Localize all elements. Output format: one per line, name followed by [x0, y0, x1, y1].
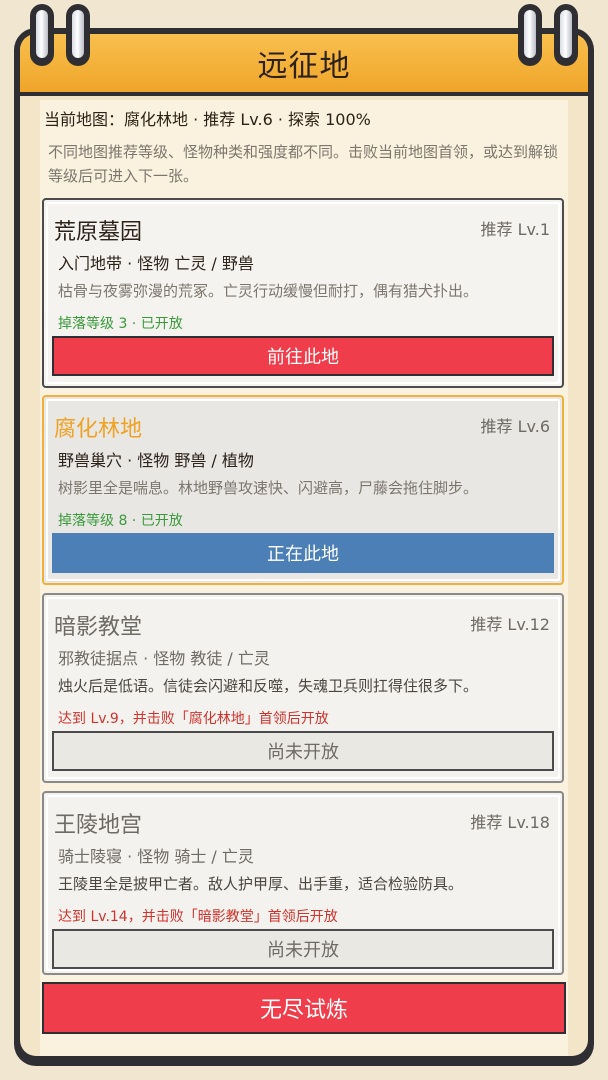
current-map-button[interactable]: 正在此地 [52, 533, 554, 573]
map-card-2: 腐化林地 推荐 Lv.6 野兽巢穴 · 怪物 野兽 / 植物 树影里全是喘息。林… [42, 395, 564, 585]
binder-ring-icon [518, 4, 542, 66]
map-status: 掉落等级 3 · 已开放 [58, 316, 183, 332]
map-name: 荒原墓园 [54, 220, 143, 245]
map-text: 烛火后是低语。信徒会闪避和反噬，失魂卫兵则扛得住很多下。 [58, 677, 479, 695]
map-status: 掉落等级 8 · 已开放 [58, 513, 183, 529]
header-bar: 远征地 [20, 34, 588, 96]
unlock-requirement: 达到 Lv.9，并击败「腐化林地」首领后开放 [58, 711, 329, 727]
current-map-info: 当前地图：腐化林地 · 推荐 Lv.6 · 探索 100% [44, 110, 371, 129]
binder-ring-icon [30, 4, 54, 66]
locked-map-button[interactable]: 尚未开放 [52, 731, 554, 771]
map-recommend-level: 推荐 Lv.1 [480, 220, 551, 239]
endless-trial-button[interactable]: 无尽试炼 [42, 982, 566, 1034]
map-name: 腐化林地 [54, 417, 143, 442]
map-text: 枯骨与夜雾弥漫的荒冢。亡灵行动缓慢但耐打，偶有猎犬扑出。 [58, 282, 479, 300]
map-recommend-level: 推荐 Lv.12 [470, 615, 550, 634]
map-card-4: 王陵地宫 推荐 Lv.18 骑士陵寝 · 怪物 骑士 / 亡灵 王陵里全是披甲亡… [42, 791, 564, 975]
map-meta: 野兽巢穴 · 怪物 野兽 / 植物 [58, 451, 254, 470]
binder-ring-icon [66, 4, 90, 66]
binder-ring-icon [554, 4, 578, 66]
page-title: 远征地 [257, 49, 351, 84]
map-meta: 骑士陵寝 · 怪物 骑士 / 亡灵 [58, 847, 254, 866]
map-meta: 邪教徒据点 · 怪物 教徒 / 亡灵 [58, 649, 270, 668]
map-recommend-level: 推荐 Lv.6 [480, 417, 551, 436]
map-meta: 入门地带 · 怪物 亡灵 / 野兽 [58, 254, 254, 273]
map-description: 不同地图推荐等级、怪物种类和强度都不同。击败当前地图首领，或达到解锁等级后可进入… [48, 143, 559, 185]
map-card-1: 荒原墓园 推荐 Lv.1 入门地带 · 怪物 亡灵 / 野兽 枯骨与夜雾弥漫的荒… [42, 198, 564, 388]
map-name: 暗影教堂 [54, 615, 143, 640]
map-text: 树影里全是喘息。林地野兽攻速快、闪避高，尸藤会拖住脚步。 [58, 479, 479, 497]
locked-map-button[interactable]: 尚未开放 [52, 929, 554, 969]
map-name: 王陵地宫 [54, 813, 143, 838]
map-recommend-level: 推荐 Lv.18 [470, 813, 550, 832]
unlock-requirement: 达到 Lv.14，并击败「暗影教堂」首领后开放 [58, 909, 338, 925]
go-map-button[interactable]: 前往此地 [52, 336, 554, 376]
map-card-3: 暗影教堂 推荐 Lv.12 邪教徒据点 · 怪物 教徒 / 亡灵 烛火后是低语。… [42, 593, 564, 783]
map-text: 王陵里全是披甲亡者。敌人护甲厚、出手重，适合检验防具。 [58, 875, 464, 893]
